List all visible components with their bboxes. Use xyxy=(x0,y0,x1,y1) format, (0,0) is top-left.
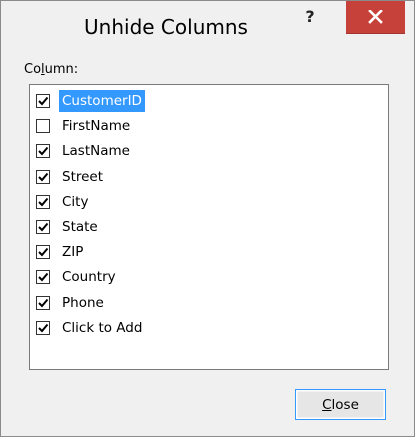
column-name: City xyxy=(62,193,89,210)
checkmark-icon xyxy=(38,273,49,282)
column-name: ZIP xyxy=(62,244,84,261)
column-checkbox[interactable] xyxy=(36,245,50,260)
column-list-item[interactable]: City xyxy=(36,190,91,214)
column-name: Country xyxy=(62,269,116,286)
column-checkbox[interactable] xyxy=(36,320,50,335)
column-list-item[interactable]: LastName xyxy=(36,139,133,163)
column-checkbox[interactable] xyxy=(36,119,50,134)
column-checkbox[interactable] xyxy=(36,220,50,234)
column-checkbox[interactable] xyxy=(36,169,50,184)
column-checkbox[interactable] xyxy=(36,194,50,209)
column-list-label: Column: xyxy=(24,62,79,77)
checkmark-icon xyxy=(38,222,49,232)
checkmark-icon xyxy=(38,147,49,156)
column-list-item[interactable]: Click to Add xyxy=(36,316,145,340)
close-button-label: lose xyxy=(331,396,359,413)
checkmark-icon xyxy=(38,197,49,207)
column-name: CustomerID xyxy=(59,90,145,112)
close-button[interactable]: Close xyxy=(295,389,386,420)
column-list-item[interactable]: ZIP xyxy=(36,240,86,264)
column-name: Street xyxy=(62,168,104,185)
checkmark-icon xyxy=(38,172,49,182)
close-window-button[interactable] xyxy=(346,1,405,34)
title-bar: Unhide Columns ? xyxy=(1,1,414,49)
column-name: Click to Add xyxy=(62,319,143,336)
checkmark-icon xyxy=(38,96,49,106)
column-checkbox[interactable] xyxy=(36,94,50,108)
column-list-item[interactable]: State xyxy=(36,215,101,239)
checkmark-icon xyxy=(38,323,49,333)
column-name: State xyxy=(62,219,98,235)
close-button-accelerator: C xyxy=(322,396,332,413)
column-checkbox[interactable] xyxy=(36,144,50,159)
column-list-item[interactable]: Country xyxy=(36,265,119,289)
column-name: LastName xyxy=(62,143,130,160)
column-checkbox[interactable] xyxy=(36,295,50,310)
column-listbox[interactable]: CustomerID FirstName LastName Street City Sta… xyxy=(29,84,389,370)
column-list-item[interactable]: Street xyxy=(36,165,106,189)
checkmark-icon xyxy=(38,248,49,257)
close-x-icon xyxy=(368,10,383,24)
column-name: FirstName xyxy=(62,118,131,135)
column-name: Phone xyxy=(62,294,104,311)
column-checkbox[interactable] xyxy=(36,270,50,285)
checkmark-icon xyxy=(38,298,49,308)
help-button[interactable]: ? xyxy=(292,5,328,29)
column-list-item[interactable]: FirstName xyxy=(36,114,133,138)
column-list-item[interactable]: Phone xyxy=(36,291,107,315)
unhide-columns-dialog: Unhide Columns ? Column: CustomerID First… xyxy=(0,0,415,437)
column-list-item[interactable]: CustomerID xyxy=(36,89,145,113)
dialog-title: Unhide Columns xyxy=(84,15,248,39)
